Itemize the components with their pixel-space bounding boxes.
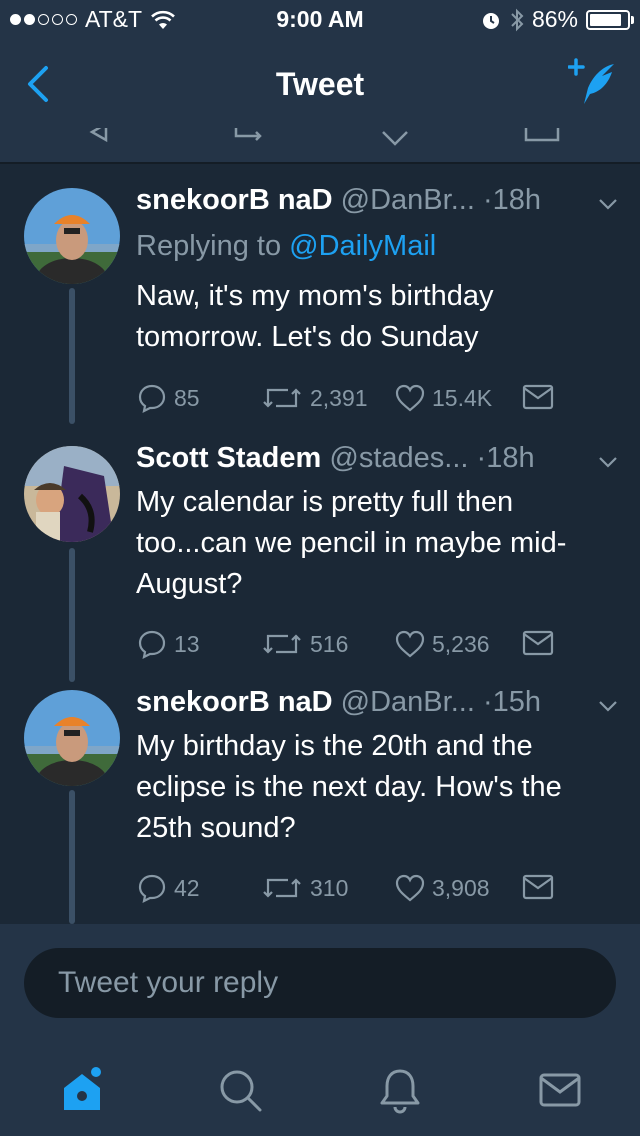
tweet-actions: 85 2,391 15.4K	[136, 382, 616, 416]
like-count: 3,908	[432, 874, 490, 901]
reply-count: 85	[174, 384, 200, 411]
tweet-header: snekoorB naD @DanBr... ·15h	[136, 686, 541, 719]
display-name[interactable]: Scott Stadem	[136, 442, 321, 474]
reply-icon	[138, 384, 166, 413]
direct-message-icon[interactable]	[522, 383, 554, 411]
tab-bar	[0, 1040, 640, 1136]
retweet-button[interactable]: 310	[260, 872, 348, 904]
reply-input[interactable]: Tweet your reply	[24, 948, 616, 1018]
avatar[interactable]	[24, 188, 120, 284]
retweet-button[interactable]: 2,391	[260, 382, 368, 414]
status-bar: AT&T 9:00 AM 86%	[0, 0, 640, 40]
tweet-header: snekoorB naD @DanBr... ·18h	[136, 184, 541, 217]
timestamp-separator: ·	[482, 184, 493, 216]
page-title: Tweet	[275, 66, 365, 102]
direct-message-icon[interactable]	[522, 873, 554, 901]
timestamp-separator: ·	[482, 686, 493, 718]
avatar[interactable]	[24, 690, 120, 786]
battery-icon	[586, 9, 634, 30]
like-button[interactable]: 5,236	[394, 628, 490, 660]
reply-count: 13	[174, 630, 200, 657]
retweet-button[interactable]: 516	[260, 628, 348, 660]
reply-button[interactable]: 85	[136, 382, 200, 414]
like-count: 15.4K	[432, 384, 493, 411]
like-icon	[395, 630, 425, 658]
display-name[interactable]: snekoorB naD	[136, 184, 333, 216]
retweet-count: 310	[310, 874, 349, 901]
alarm-icon	[482, 12, 499, 29]
tweet-actions: 13 516 5,236	[136, 628, 616, 662]
reply-icon	[89, 128, 108, 143]
direct-message-icon[interactable]	[522, 629, 554, 657]
retweet-count: 2,391	[310, 384, 368, 411]
username[interactable]: @DanBr...	[341, 686, 475, 718]
reply-icon	[138, 630, 166, 659]
thread-connector-line	[69, 548, 75, 682]
reply-composer-bar: Tweet your reply	[0, 924, 640, 1040]
tweet-text: My calendar is pretty full then too...ca…	[136, 486, 567, 600]
thread-connector-line	[69, 288, 75, 424]
status-right: 86%	[480, 6, 634, 33]
home-icon[interactable]	[58, 1066, 106, 1114]
username[interactable]: @DanBr...	[341, 184, 475, 216]
timestamp-separator: ·	[476, 442, 487, 474]
like-icon	[395, 874, 425, 902]
messages-icon[interactable]	[536, 1066, 584, 1114]
retweet-icon	[234, 128, 262, 141]
tweet-text: Naw, it's my mom's birthday tomorrow. Le…	[136, 280, 494, 353]
like-button[interactable]: 3,908	[394, 872, 490, 904]
search-icon[interactable]	[216, 1066, 264, 1114]
previous-tweet-actions	[0, 128, 640, 164]
like-count: 5,236	[432, 630, 490, 657]
chevron-down-icon[interactable]	[596, 694, 620, 718]
display-name[interactable]: snekoorB naD	[136, 686, 333, 718]
retweet-icon	[263, 388, 301, 408]
navigation-bar: Tweet	[0, 40, 640, 128]
retweet-count: 516	[310, 630, 349, 657]
tweet-text: My birthday is the 20th and the eclipse …	[136, 730, 562, 844]
chevron-down-icon[interactable]	[596, 192, 620, 216]
notifications-icon[interactable]	[376, 1066, 424, 1114]
thread-connector-line	[69, 790, 75, 924]
like-icon	[382, 131, 408, 146]
compose-tweet-icon[interactable]	[568, 58, 618, 108]
timestamp: 18h	[486, 442, 535, 474]
like-button[interactable]: 15.4K	[394, 382, 492, 414]
reply-icon	[138, 874, 166, 903]
bluetooth-icon	[511, 8, 524, 31]
mention-link[interactable]: @DailyMail	[289, 230, 436, 262]
message-icon	[524, 128, 560, 142]
retweet-icon	[263, 634, 301, 654]
timestamp: 15h	[492, 686, 542, 718]
reply-button[interactable]: 42	[136, 872, 200, 904]
conversation-thread: snekoorB naD @DanBr... ·18h Replying to …	[0, 164, 640, 924]
reply-button[interactable]: 13	[136, 628, 200, 660]
avatar[interactable]	[24, 446, 120, 542]
replying-to: Replying to @DailyMail	[136, 230, 436, 263]
replying-to-label: Replying to	[136, 230, 282, 262]
username[interactable]: @stades...	[329, 442, 468, 474]
chevron-down-icon[interactable]	[596, 450, 620, 474]
timestamp: 18h	[492, 184, 542, 216]
retweet-icon	[263, 878, 301, 898]
tweet-actions: 42 310 3,908	[136, 872, 616, 906]
reply-count: 42	[174, 874, 200, 901]
tweet-header: Scott Stadem @stades... ·18h	[136, 442, 535, 475]
battery-percent: 86%	[531, 6, 578, 32]
like-icon	[395, 384, 425, 412]
